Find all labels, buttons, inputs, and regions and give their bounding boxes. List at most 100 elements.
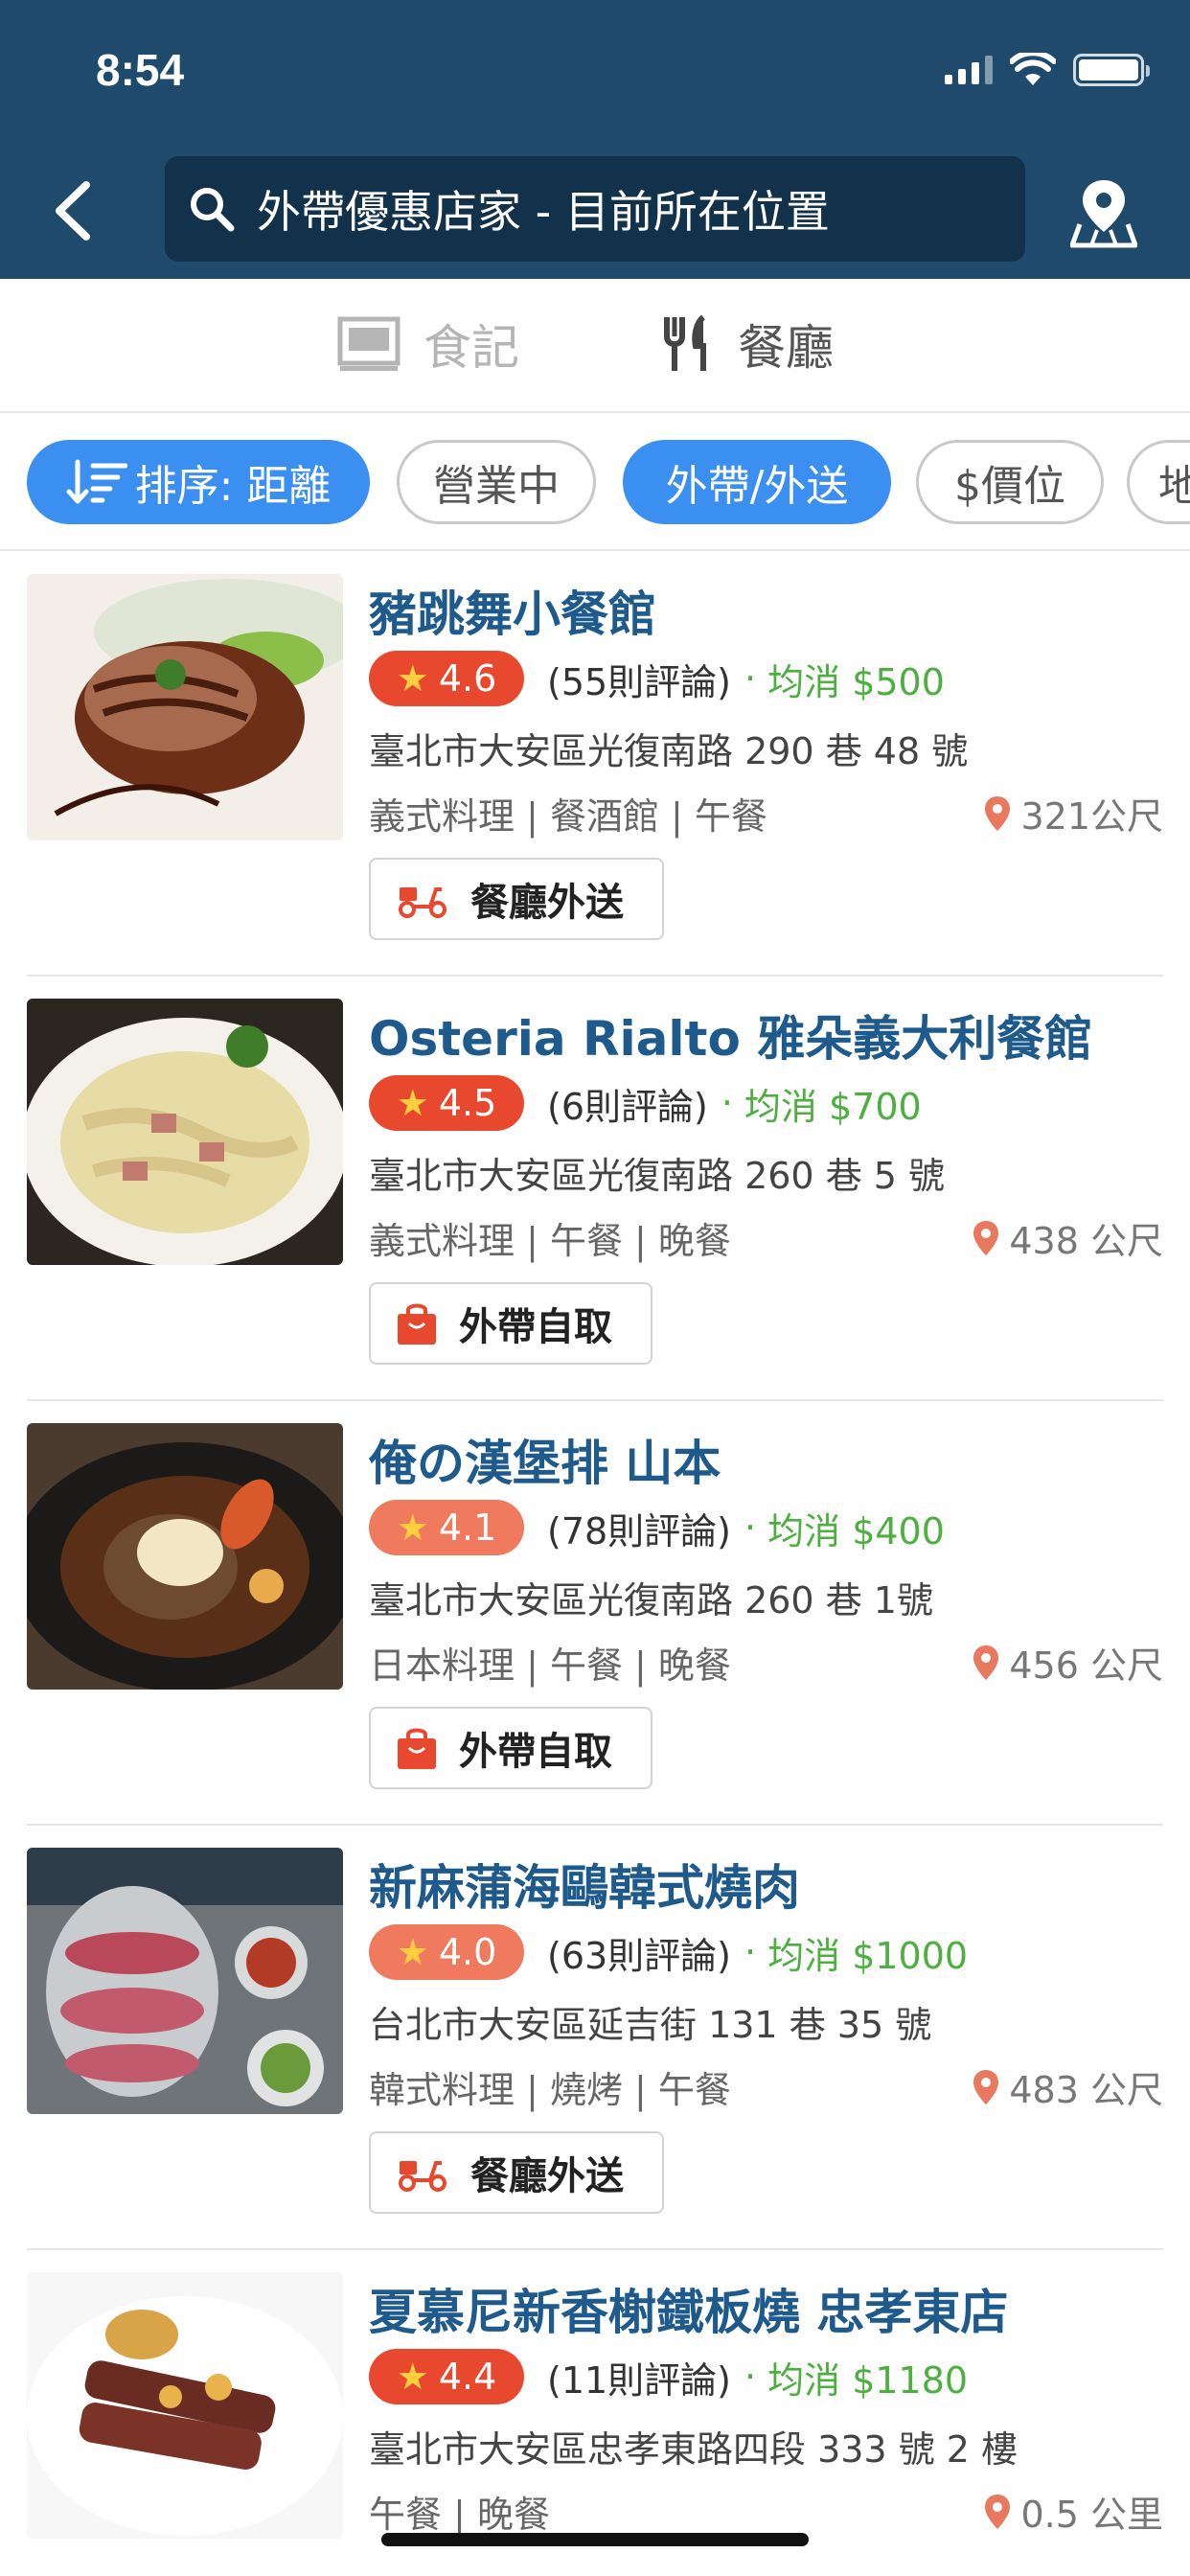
delivery-label: 餐廳外送 bbox=[470, 881, 624, 925]
restaurant-item[interactable]: 夏慕尼新香榭鐵板燒 忠孝東店 ★ 4.4 (11則評論) · 均消 $1180 … bbox=[0, 2251, 1190, 2576]
takeout-label: 外帶自取 bbox=[459, 1730, 612, 1774]
review-count: (6則評論) bbox=[547, 1085, 708, 1128]
filter-open-now-label: 營業中 bbox=[433, 462, 560, 511]
restaurant-item[interactable]: 豬跳舞小餐館 ★ 4.6 (55則評論) · 均消 $500 臺北市大安區光復南… bbox=[0, 553, 1190, 977]
restaurant-address: 臺北市大安區忠孝東路四段 333 號 2 樓 bbox=[369, 2428, 1018, 2471]
average-price: 均消 $500 bbox=[767, 660, 945, 703]
average-price: 均消 $1180 bbox=[767, 2358, 969, 2402]
cellular-signal-icon bbox=[945, 56, 993, 84]
average-price: 均消 $1000 bbox=[767, 1934, 969, 1977]
restaurant-item[interactable]: 新麻蒲海鷗韓式燒肉 ★ 4.0 (63則評論) · 均消 $1000 台北市大安… bbox=[0, 1827, 1190, 2250]
restaurant-name[interactable]: Osteria Rialto 雅朵義大利餐館 bbox=[369, 1000, 1092, 1070]
app-header: 8:54 外帶優惠店家 - 目前所在位置 bbox=[0, 0, 1190, 279]
view-tabs: 食記 餐廳 bbox=[0, 279, 1190, 413]
filter-takeout-chip[interactable]: 外帶/外送 bbox=[623, 440, 891, 524]
location-pin-icon bbox=[973, 2069, 999, 2104]
restaurant-distance: 0.5 公里 bbox=[984, 2485, 1163, 2538]
rating-row: ★ 4.5 (6則評論) · 均消 $700 bbox=[369, 1075, 922, 1131]
separator-dot: · bbox=[744, 1931, 757, 1973]
separator-dot: · bbox=[744, 2356, 757, 2398]
restaurant-item[interactable]: Osteria Rialto 雅朵義大利餐館 ★ 4.5 (6則評論) · 均消… bbox=[0, 978, 1190, 1401]
distance-value: 456 公尺 bbox=[1009, 1644, 1163, 1687]
tab-restaurants[interactable]: 餐廳 bbox=[661, 310, 834, 379]
restaurant-photo bbox=[27, 574, 343, 840]
takeout-button[interactable]: 外帶自取 bbox=[369, 1282, 652, 1365]
scooter-icon bbox=[399, 2161, 446, 2192]
restaurant-distance: 321公尺 bbox=[984, 787, 1163, 840]
filter-area-label: 地 bbox=[1158, 451, 1190, 513]
filter-sort-chip[interactable]: 排序: 距離 bbox=[27, 440, 370, 524]
separator-dot: · bbox=[744, 657, 757, 700]
fork-knife-icon bbox=[664, 315, 706, 371]
rating-badge: ★ 4.4 bbox=[369, 2349, 524, 2404]
rating-badge: ★ 4.6 bbox=[369, 651, 524, 706]
location-pin-icon bbox=[985, 2494, 1011, 2529]
restaurant-name[interactable]: 夏慕尼新香榭鐵板燒 忠孝東店 bbox=[369, 2274, 1008, 2343]
star-icon: ★ bbox=[396, 2356, 429, 2398]
rating-value: 4.1 bbox=[438, 1506, 497, 1549]
review-count: (11則評論) bbox=[547, 2358, 732, 2402]
rating-row: ★ 4.1 (78則評論) · 均消 $400 bbox=[369, 1500, 945, 1555]
shopping-bag-icon bbox=[398, 1728, 436, 1769]
rating-value: 4.0 bbox=[438, 1931, 497, 1973]
review-count: (63則評論) bbox=[547, 1934, 732, 1977]
restaurant-distance: 438 公尺 bbox=[973, 1211, 1163, 1264]
restaurant-distance: 483 公尺 bbox=[973, 2060, 1163, 2113]
rating-badge: ★ 4.1 bbox=[369, 1500, 524, 1555]
divider bbox=[27, 1824, 1163, 1826]
tab-notes[interactable]: 食記 bbox=[337, 310, 519, 379]
sort-icon bbox=[66, 459, 127, 504]
restaurant-photo bbox=[27, 1848, 343, 2114]
distance-value: 438 公尺 bbox=[1009, 1220, 1163, 1262]
delivery-button[interactable]: 餐廳外送 bbox=[369, 858, 664, 940]
separator-dot: · bbox=[721, 1082, 733, 1124]
filter-area-chip[interactable]: 地 bbox=[1127, 440, 1190, 524]
filter-sort-label: 排序: 距離 bbox=[134, 462, 332, 511]
restaurant-categories: 午餐 | 晚餐 bbox=[369, 2494, 550, 2536]
star-icon: ★ bbox=[396, 1506, 429, 1549]
tab-notes-label: 食記 bbox=[423, 320, 519, 376]
restaurant-categories: 日本料理 | 午餐 | 晚餐 bbox=[369, 1644, 731, 1687]
average-price: 均消 $700 bbox=[744, 1085, 922, 1128]
notebook-icon bbox=[337, 316, 400, 371]
back-button[interactable] bbox=[38, 172, 105, 249]
restaurant-name[interactable]: 俺の漢堡排 山本 bbox=[369, 1425, 721, 1494]
restaurant-address: 臺北市大安區光復南路 260 巷 5 號 bbox=[369, 1155, 946, 1197]
tab-restaurants-label: 餐廳 bbox=[738, 320, 834, 376]
distance-value: 483 公尺 bbox=[1009, 2069, 1163, 2111]
takeout-button[interactable]: 外帶自取 bbox=[369, 1707, 652, 1789]
search-input[interactable]: 外帶優惠店家 - 目前所在位置 bbox=[165, 156, 1025, 262]
average-price: 均消 $400 bbox=[767, 1509, 945, 1552]
restaurant-name[interactable]: 豬跳舞小餐館 bbox=[369, 576, 656, 645]
restaurant-photo bbox=[27, 1423, 343, 1690]
restaurant-categories: 義式料理 | 午餐 | 晚餐 bbox=[369, 1220, 731, 1262]
rating-row: ★ 4.4 (11則評論) · 均消 $1180 bbox=[369, 2349, 968, 2404]
home-indicator bbox=[381, 2533, 809, 2546]
restaurant-categories: 韓式料理 | 燒烤 | 午餐 bbox=[369, 2069, 731, 2111]
rating-badge: ★ 4.5 bbox=[369, 1075, 524, 1131]
restaurant-item[interactable]: 俺の漢堡排 山本 ★ 4.1 (78則評論) · 均消 $400 臺北市大安區光… bbox=[0, 1402, 1190, 1826]
filter-open-now-chip[interactable]: 營業中 bbox=[397, 440, 596, 524]
status-time: 8:54 bbox=[96, 45, 185, 95]
rating-row: ★ 4.6 (55則評論) · 均消 $500 bbox=[369, 651, 945, 706]
rating-value: 4.5 bbox=[438, 1082, 497, 1124]
search-icon bbox=[191, 188, 235, 232]
wifi-icon bbox=[1010, 53, 1056, 85]
distance-value: 321公尺 bbox=[1020, 795, 1163, 838]
restaurant-distance: 456 公尺 bbox=[973, 1636, 1163, 1689]
restaurant-name[interactable]: 新麻蒲海鷗韓式燒肉 bbox=[369, 1850, 800, 1919]
restaurant-address: 臺北市大安區光復南路 260 巷 1號 bbox=[369, 1579, 933, 1622]
review-count: (78則評論) bbox=[547, 1509, 732, 1552]
map-button[interactable] bbox=[1064, 172, 1144, 253]
filter-bar: 排序: 距離 營業中 外帶/外送 $價位 地 bbox=[0, 413, 1190, 551]
delivery-button[interactable]: 餐廳外送 bbox=[369, 2131, 664, 2214]
rating-value: 4.6 bbox=[438, 657, 497, 700]
filter-takeout-label: 外帶/外送 bbox=[665, 462, 849, 511]
star-icon: ★ bbox=[396, 1082, 429, 1124]
filter-price-label: $價位 bbox=[954, 462, 1065, 511]
restaurant-photo bbox=[27, 999, 343, 1265]
filter-price-chip[interactable]: $價位 bbox=[916, 440, 1104, 524]
rating-badge: ★ 4.0 bbox=[369, 1924, 524, 1980]
star-icon: ★ bbox=[396, 1931, 429, 1973]
location-pin-icon bbox=[985, 795, 1011, 831]
